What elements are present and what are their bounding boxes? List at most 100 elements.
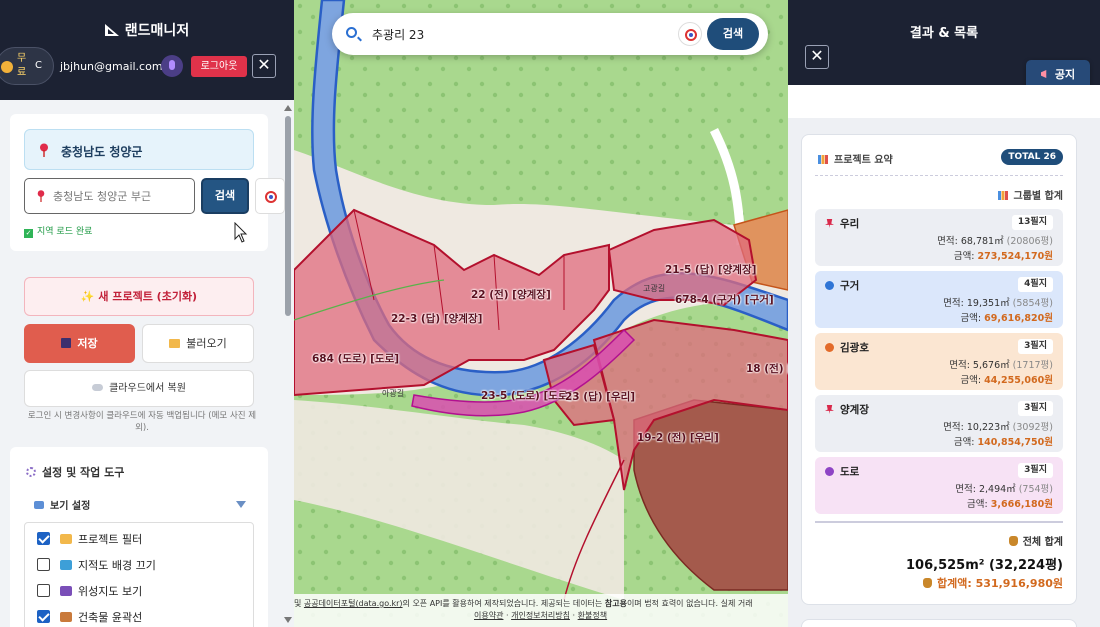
group-name: 도로 xyxy=(825,464,859,479)
map-search-input[interactable] xyxy=(372,25,652,43)
group-row[interactable]: 양계장 3필지 면적: 10,223㎡ (3092평) 금액: 140,854,750… xyxy=(815,395,1063,452)
gear-icon xyxy=(26,467,36,477)
view-options-list: 프로젝트 필터 지적도 배경 끄기 위성지도 보기 건축물 윤곽선 xyxy=(24,522,254,627)
bar-chart-icon xyxy=(818,155,828,164)
folder-icon xyxy=(169,339,181,348)
privacy-link[interactable]: 개인정보처리방침 xyxy=(511,611,570,620)
group-amount: 금액: 3,666,180원 xyxy=(967,499,1053,510)
close-left-panel-button[interactable]: ✕ xyxy=(252,54,276,78)
map-view[interactable]: 22 (전) [양계장] 22-3 (답) [양계장] 21-5 (답) [양계… xyxy=(294,0,788,627)
left-scroll-area: 충청남도 청양군 검색 ✓지역 로드 완료 ✨ 새 프로젝트 (초기화) 저장 … xyxy=(0,100,294,627)
right-panel: 결과 & 목록 ✕ 공지 프로젝트 요약 TOTAL 26 그룹별 합계 우리 1… xyxy=(788,0,1100,627)
view-icon xyxy=(34,501,44,509)
scroll-down-icon[interactable] xyxy=(284,617,292,623)
parcel-label[interactable]: 678-4 (구거) [구거] xyxy=(675,292,774,307)
group-count: 3필지 xyxy=(1018,339,1053,354)
save-button[interactable]: 저장 xyxy=(24,324,135,363)
coin-icon xyxy=(1,61,13,73)
load-button[interactable]: 불러오기 xyxy=(142,324,254,363)
scroll-up-icon[interactable] xyxy=(284,105,292,111)
group-amount: 금액: 44,255,060원 xyxy=(960,375,1053,386)
option-building-outline[interactable]: 건축물 윤곽선 xyxy=(37,609,142,627)
checkbox[interactable] xyxy=(37,558,50,571)
target-icon xyxy=(265,191,277,203)
plan-grade: C xyxy=(35,60,42,71)
option-satellite[interactable]: 위성지도 보기 xyxy=(37,583,142,601)
plan-badge[interactable]: 무료 C xyxy=(0,47,54,85)
group-area: 면적: 10,223㎡ (3092평) xyxy=(943,422,1053,433)
mouse-cursor-icon xyxy=(234,222,248,243)
group-name: 우리 xyxy=(825,216,859,231)
parcel-label[interactable]: 18 (전) [우리 xyxy=(746,361,788,376)
map-canvas[interactable] xyxy=(294,0,788,627)
parcel-label[interactable]: 22 (전) [양계장] xyxy=(471,287,551,302)
data-portal-link[interactable]: 공공데이터포털(data.go.kr) xyxy=(304,599,403,608)
group-row[interactable]: 도로 3필지 면적: 2,494㎡ (754평) 금액: 3,666,180원 xyxy=(815,457,1063,514)
option-project-filter[interactable]: 프로젝트 필터 xyxy=(37,531,142,549)
group-name: 김광호 xyxy=(825,340,869,355)
logout-button[interactable]: 로그아웃 xyxy=(191,56,247,77)
refund-link[interactable]: 환불정책 xyxy=(578,611,607,620)
megaphone-icon xyxy=(1040,70,1047,78)
map-pin-icon xyxy=(37,190,45,202)
region-search-field[interactable] xyxy=(24,178,195,214)
terms-link[interactable]: 이용약관 xyxy=(474,611,503,620)
checkbox[interactable] xyxy=(37,584,50,597)
app-title: 랜드매니저 xyxy=(0,20,294,40)
group-area: 면적: 5,676㎡ (1717평) xyxy=(949,360,1053,371)
map-search-bar: 검색 xyxy=(332,13,768,55)
group-row[interactable]: 우리 13필지 면적: 68,781㎡ (20806평) 금액: 273,524,17… xyxy=(815,209,1063,266)
new-project-button[interactable]: ✨ 새 프로젝트 (초기화) xyxy=(24,277,254,316)
group-amount: 금액: 140,854,750원 xyxy=(953,437,1053,448)
region-search-button[interactable]: 검색 xyxy=(201,178,249,214)
group-row[interactable]: 김광호 3필지면적: 5,676㎡ (1717평) 금액: 44,255,060원 xyxy=(815,333,1063,390)
region-card: 충청남도 청양군 검색 ✓지역 로드 완료 xyxy=(10,114,285,251)
group-area: 면적: 19,351㎡ (5854평) xyxy=(943,298,1053,309)
road-label: 아광길 xyxy=(382,389,405,398)
group-amount: 금액: 69,616,820원 xyxy=(960,313,1053,324)
grand-total-area: 106,525m² (32,224평) xyxy=(906,558,1063,573)
region-name: 충청남도 청양군 xyxy=(61,145,143,159)
close-right-panel-button[interactable]: ✕ xyxy=(805,45,829,69)
parcel-label[interactable]: 23-5 (도로) [도로] xyxy=(481,388,572,403)
ruler-icon xyxy=(104,24,119,36)
map-icon xyxy=(60,560,72,570)
money-bag-icon xyxy=(923,578,933,588)
plan-label: 무료 xyxy=(17,53,27,78)
cloud-restore-button[interactable]: 클라우드에서 복원 xyxy=(24,370,254,407)
cloud-note: 로그인 시 변경사항이 클라우드에 자동 백업됩니다 (메모 사진 제외). xyxy=(27,411,257,433)
group-row[interactable]: 구거 4필지 면적: 19,351㎡ (5854평) 금액: 69,616,820원 xyxy=(815,271,1063,328)
parcel-label[interactable]: 684 (도로) [도로] xyxy=(312,351,399,366)
checkbox[interactable] xyxy=(37,610,50,623)
search-icon xyxy=(346,27,357,38)
checkbox[interactable] xyxy=(37,532,50,545)
parcel-label[interactable]: 22-3 (답) [양계장] xyxy=(391,311,482,326)
floppy-icon xyxy=(61,338,72,348)
map-search-button[interactable]: 검색 xyxy=(707,18,759,50)
pushpin-icon xyxy=(825,405,834,414)
left-header: 랜드매니저 무료 C jbjhun@gmail.com 로그아웃 ✕ xyxy=(0,0,294,100)
folder-icon xyxy=(60,534,72,544)
total-badge: TOTAL 26 xyxy=(1001,149,1063,165)
chevron-down-icon[interactable] xyxy=(236,501,246,508)
next-card xyxy=(801,619,1077,627)
divider xyxy=(815,521,1063,523)
region-search-input[interactable] xyxy=(53,187,191,205)
group-count: 3필지 xyxy=(1018,401,1053,416)
map-attribution: 및 공공데이터포털(data.go.kr)의 오픈 API를 활용하여 제작되었… xyxy=(294,594,788,627)
view-settings-toggle[interactable]: 보기 설정 xyxy=(34,497,90,512)
map-pin-icon xyxy=(40,143,48,157)
dot-icon xyxy=(825,467,834,476)
parcel-label[interactable]: 23 (답) [우리] xyxy=(565,389,635,404)
option-cadastral-off[interactable]: 지적도 배경 끄기 xyxy=(37,557,156,575)
bar-chart-icon xyxy=(997,191,1008,200)
cloud-icon xyxy=(92,384,104,391)
locate-button[interactable] xyxy=(255,178,285,214)
user-avatar-icon[interactable] xyxy=(161,55,183,77)
parcel-label[interactable]: 21-5 (답) [양계장] xyxy=(665,262,756,277)
locate-button[interactable] xyxy=(678,22,702,46)
pushpin-icon xyxy=(825,219,834,228)
parcel-label[interactable]: 19-2 (전) [우리] xyxy=(637,430,719,445)
tools-card: 설정 및 작업 도구 보기 설정 프로젝트 필터 지적도 배경 끄기 위성지도 … xyxy=(10,447,268,627)
left-scrollbar[interactable] xyxy=(285,116,291,316)
